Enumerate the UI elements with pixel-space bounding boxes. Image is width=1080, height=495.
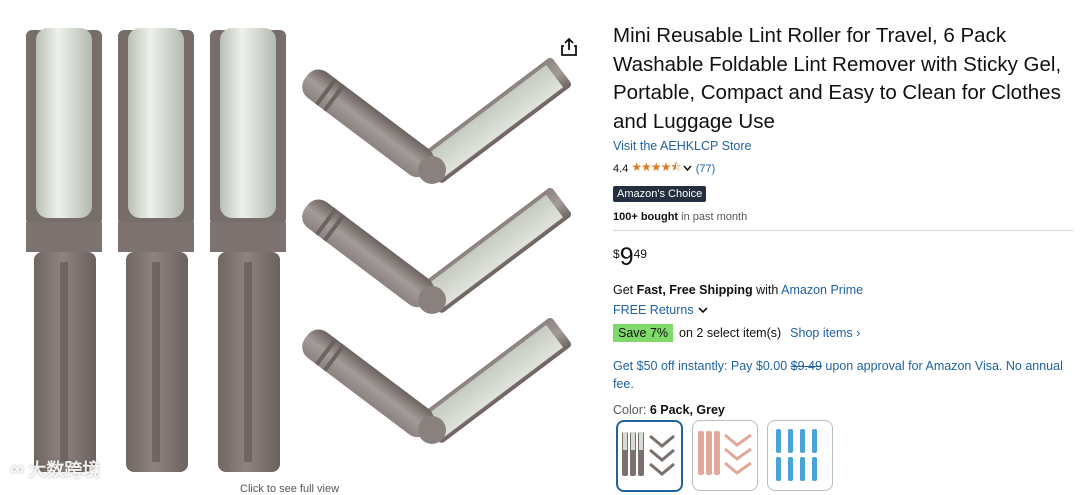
upright-roller-3 <box>210 28 286 472</box>
bought-count: 100+ bought in past month <box>613 211 1073 223</box>
rating-value: 4.4 <box>613 162 629 175</box>
share-icon[interactable] <box>558 36 580 58</box>
product-title: Mini Reusable Lint Roller for Travel, 6 … <box>613 24 1062 133</box>
watermark: ∞ 大数跨境 <box>10 456 100 482</box>
color-label: Color: 6 Pack, Grey <box>613 403 725 417</box>
product-main-image[interactable] <box>0 0 600 489</box>
folded-roller-2 <box>302 187 572 314</box>
save-badge: Save 7% <box>613 324 674 342</box>
divider <box>613 230 1073 231</box>
offer-strike-price: $9.49 <box>790 359 822 373</box>
price-symbol: $ <box>613 247 620 261</box>
amazons-choice-badge[interactable]: Amazon's Choice <box>613 186 707 202</box>
review-count-link[interactable]: (77) <box>696 163 716 175</box>
upright-roller-2 <box>118 28 194 472</box>
bought-count-bold: 100+ bought <box>613 211 679 223</box>
price-fraction: 49 <box>633 247 647 261</box>
shipping-bold: Fast, Free Shipping <box>636 283 753 297</box>
folded-roller-3 <box>302 317 572 444</box>
watermark-text: 大数跨境 <box>28 460 101 480</box>
color-swatches <box>616 420 833 492</box>
amazon-prime-link[interactable]: Amazon Prime <box>781 283 863 297</box>
color-label-prefix: Color: <box>613 403 650 417</box>
upright-roller-1 <box>26 28 102 472</box>
shipping-info: Get Fast, Free Shipping with Amazon Prim… <box>613 283 863 297</box>
free-returns-label: FREE Returns <box>613 303 694 317</box>
product-info: Mini Reusable Lint Roller for Travel, 6 … <box>613 22 1073 223</box>
offer-text-pre: Get $50 off instantly: Pay $0.00 <box>613 359 791 373</box>
color-selected: 6 Pack, Grey <box>649 403 725 417</box>
price: $ 9 49 <box>613 244 647 270</box>
shipping-middle: with <box>752 283 782 297</box>
savings-text: on 2 select item(s) <box>679 326 782 340</box>
zoom-hint: Click to see full view <box>240 483 340 495</box>
product-image-gallery[interactable]: Click to see full view ∞ 大数跨境 <box>0 0 600 495</box>
bought-count-rest: in past month <box>678 211 748 223</box>
chevron-down-icon[interactable] <box>683 164 692 174</box>
star-rating-icon[interactable]: ★★★★⯪ <box>631 158 681 179</box>
rating-row: 4.4 ★★★★⯪ (77) <box>613 158 1073 179</box>
store-link[interactable]: Visit the AEHKLCP Store <box>613 139 752 153</box>
shop-items-link[interactable]: Shop items › <box>790 326 860 340</box>
watermark-logo-icon: ∞ <box>10 457 25 480</box>
swatch-pink[interactable] <box>692 420 758 491</box>
savings-row: Save 7% on 2 select item(s) Shop items › <box>613 324 860 342</box>
swatch-blue[interactable] <box>767 420 833 491</box>
shipping-prefix: Get <box>613 283 637 297</box>
visa-offer-link[interactable]: Get $50 off instantly: Pay $0.00 $9.49 u… <box>613 357 1063 393</box>
folded-roller-1 <box>302 57 572 184</box>
free-returns-link[interactable]: FREE Returns <box>613 303 708 317</box>
swatch-grey[interactable] <box>616 420 683 492</box>
price-whole: 9 <box>619 243 634 271</box>
chevron-down-icon <box>698 307 708 314</box>
